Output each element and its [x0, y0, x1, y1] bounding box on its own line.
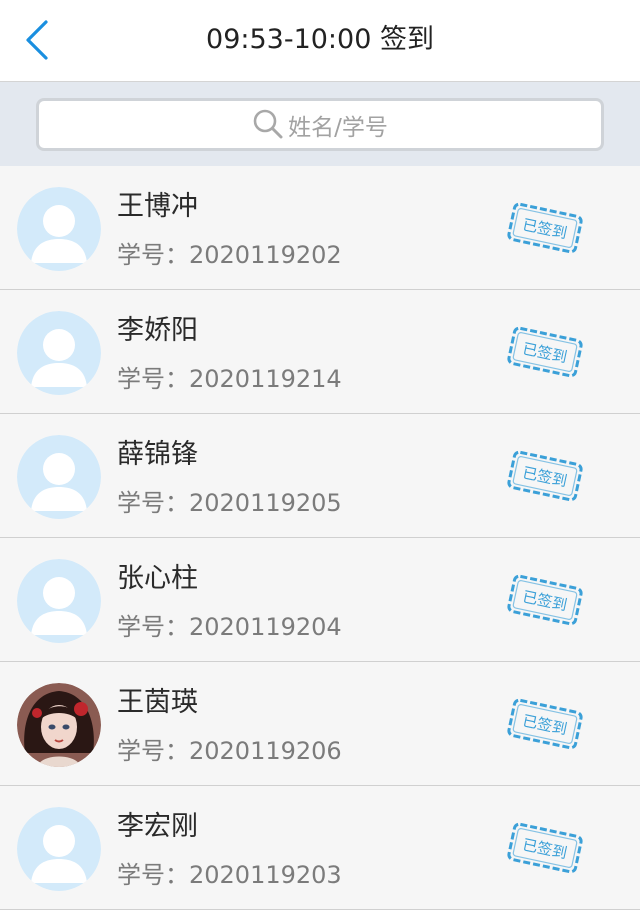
student-name: 李宏刚 — [117, 811, 198, 842]
student-id: 学号：2020119206 — [117, 737, 342, 765]
search-bar-area: 姓名/学号 — [0, 82, 640, 166]
student-id: 学号：2020119204 — [117, 613, 342, 641]
search-placeholder: 姓名/学号 — [288, 114, 388, 141]
top-bar: 09:53-10:00 签到 — [0, 0, 640, 82]
student-id: 学号：2020119214 — [117, 365, 342, 393]
student-id: 学号：2020119205 — [117, 489, 342, 517]
signed-in-stamp-icon: 已签到 — [506, 322, 584, 382]
avatar — [17, 559, 101, 643]
list-item[interactable]: 王博冲学号：2020119202 已签到 — [0, 166, 640, 290]
student-name: 张心柱 — [117, 563, 198, 594]
student-name: 王博冲 — [117, 191, 198, 222]
signed-in-stamp-icon: 已签到 — [506, 198, 584, 258]
search-input[interactable]: 姓名/学号 — [36, 98, 604, 151]
student-name: 李娇阳 — [117, 315, 198, 346]
list-item[interactable]: 李宏刚学号：2020119203 已签到 — [0, 786, 640, 910]
list-item[interactable]: 薛锦锋学号：2020119205 已签到 — [0, 414, 640, 538]
list-item[interactable]: 张心柱学号：2020119204 已签到 — [0, 538, 640, 662]
student-id: 学号：2020119203 — [117, 861, 342, 889]
signed-in-stamp-icon: 已签到 — [506, 694, 584, 754]
student-name: 王茵瑛 — [117, 687, 198, 718]
list-item[interactable]: 王茵瑛学号：2020119206 已签到 — [0, 662, 640, 786]
search-icon — [253, 109, 283, 138]
page-title: 09:53-10:00 签到 — [206, 24, 434, 55]
avatar — [17, 683, 101, 767]
signed-in-stamp-icon: 已签到 — [506, 446, 584, 506]
signed-in-stamp-icon: 已签到 — [506, 818, 584, 878]
student-id: 学号：2020119202 — [117, 241, 342, 269]
list-item[interactable]: 李娇阳学号：2020119214 已签到 — [0, 290, 640, 414]
avatar — [17, 187, 101, 271]
avatar — [17, 311, 101, 395]
student-list: 王博冲 学号：2020119202 已签到 李娇阳 学号：2020119214 已签到 薛锦… — [0, 166, 640, 910]
student-name: 薛锦锋 — [117, 439, 198, 470]
avatar — [17, 435, 101, 519]
avatar — [17, 807, 101, 891]
signed-in-stamp-icon: 已签到 — [506, 570, 584, 630]
